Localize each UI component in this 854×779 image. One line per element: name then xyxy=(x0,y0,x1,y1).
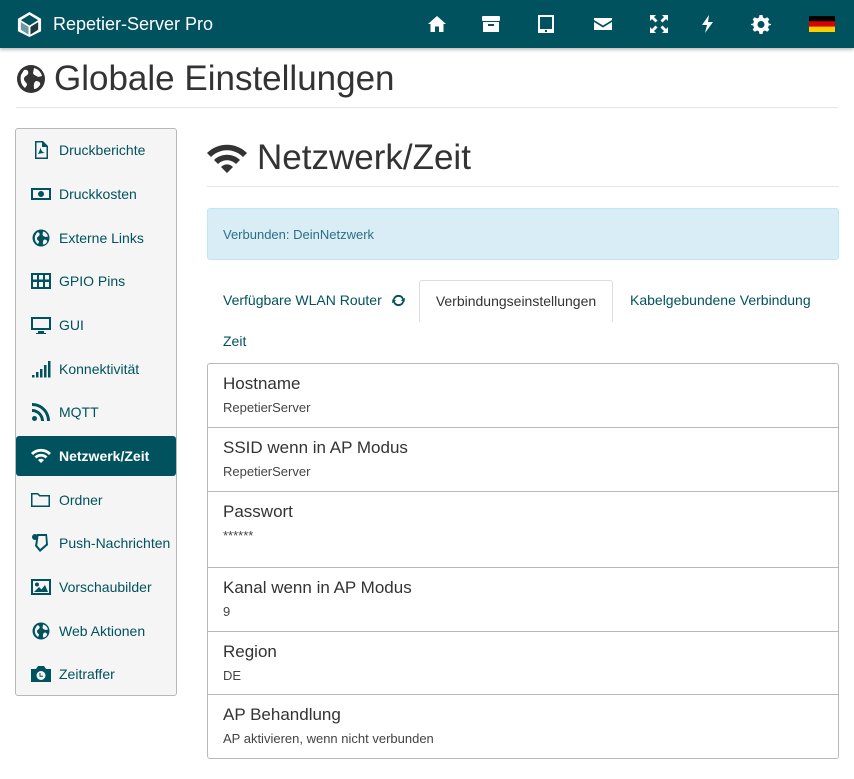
sidebar-item-label: Vorschaubilder xyxy=(59,579,152,595)
setting-value: ****** xyxy=(223,528,254,543)
camera-icon xyxy=(31,664,51,684)
sidebar-item-externe-links[interactable]: Externe Links xyxy=(16,218,176,258)
sidebar-item-mqtt[interactable]: MQTT xyxy=(16,392,176,432)
envelope-icon[interactable] xyxy=(591,12,615,36)
tab-label: Verfügbare WLAN Router xyxy=(223,292,382,308)
sidebar-item-label: Zeitraffer xyxy=(59,666,115,682)
setting-heading: AP Behandlung xyxy=(223,705,341,724)
setting-value: DE xyxy=(223,668,242,683)
globe-icon xyxy=(17,65,45,93)
sidebar-item-web-aktionen[interactable]: Web Aktionen xyxy=(16,611,176,651)
refresh-icon[interactable] xyxy=(391,294,405,307)
wifi-icon xyxy=(207,144,247,173)
sidebar-item-label: MQTT xyxy=(59,404,99,420)
setting-passwort[interactable]: Passwort ****** xyxy=(208,492,838,568)
tab-verbindungseinstellungen[interactable]: Verbindungseinstellungen xyxy=(419,280,613,322)
sidebar-item-konnektivitaet[interactable]: Konnektivität xyxy=(16,349,176,389)
setting-value: AP aktivieren, wenn nicht verbunden xyxy=(223,731,434,746)
sidebar-item-label: GUI xyxy=(59,317,84,333)
tablet-icon[interactable] xyxy=(534,12,558,36)
setting-ssid-ap[interactable]: SSID wenn in AP Modus RepetierServer xyxy=(208,428,838,492)
setting-heading: Kanal wenn in AP Modus xyxy=(223,578,412,597)
sidebar-item-label: GPIO Pins xyxy=(59,273,126,289)
signal-bars-icon xyxy=(31,359,51,379)
sidebar-item-label: Push-Nachrichten xyxy=(59,535,171,551)
setting-region[interactable]: Region DE xyxy=(208,632,838,695)
setting-value: RepetierServer xyxy=(223,464,311,479)
setting-kanal-ap[interactable]: Kanal wenn in AP Modus 9 xyxy=(208,568,838,632)
sidebar-item-druckberichte[interactable]: Druckberichte xyxy=(16,130,176,170)
sidebar-item-zeitraffer[interactable]: Zeitraffer xyxy=(16,654,176,694)
bolt-icon[interactable] xyxy=(696,12,720,36)
sidebar-item-label: Web Aktionen xyxy=(59,623,146,639)
sidebar-item-vorschaubilder[interactable]: Vorschaubilder xyxy=(16,567,176,607)
connection-status-alert: Verbunden: DeinNetzwerk xyxy=(207,208,839,260)
settings-list: Hostname RepetierServer SSID wenn in AP … xyxy=(207,363,839,759)
tab-zeit[interactable]: Zeit xyxy=(223,321,246,361)
image-icon xyxy=(31,577,51,597)
setting-heading: Hostname xyxy=(223,374,301,393)
tab-verfuegbare-wlan-router[interactable]: Verfügbare WLAN Router xyxy=(223,280,405,320)
wifi-icon xyxy=(31,446,51,466)
monitor-icon xyxy=(31,315,51,335)
sidebar-item-ordner[interactable]: Ordner xyxy=(16,480,176,520)
section-title-text: Netzwerk/Zeit xyxy=(257,138,471,177)
setting-heading: SSID wenn in AP Modus xyxy=(223,438,408,457)
section-divider xyxy=(207,186,839,187)
expand-icon[interactable] xyxy=(647,12,671,36)
home-icon[interactable] xyxy=(425,12,449,36)
sidebar-item-label: Ordner xyxy=(59,492,103,508)
money-icon xyxy=(31,184,51,204)
sidebar-item-netzwerk-zeit[interactable]: Netzwerk/Zeit xyxy=(16,436,176,476)
file-pdf-icon xyxy=(31,140,51,160)
setting-value: RepetierServer xyxy=(223,400,311,415)
sidebar-item-gpio-pins[interactable]: GPIO Pins xyxy=(16,261,176,301)
sidebar-item-druckkosten[interactable]: Druckkosten xyxy=(16,174,176,214)
setting-heading: Passwort xyxy=(223,502,293,521)
settings-sidebar: Druckberichte Druckkosten Externe Links … xyxy=(15,128,177,696)
gear-icon[interactable] xyxy=(749,12,773,36)
globe-icon xyxy=(31,621,51,641)
setting-ap-behandlung[interactable]: AP Behandlung AP aktivieren, wenn nicht … xyxy=(208,695,838,758)
globe-icon xyxy=(31,228,51,248)
sidebar-item-label: Konnektivität xyxy=(59,361,140,377)
setting-heading: Region xyxy=(223,642,277,661)
folder-icon xyxy=(31,490,51,510)
sidebar-item-gui[interactable]: GUI xyxy=(16,305,176,345)
sidebar-item-push-nachrichten[interactable]: Push-Nachrichten xyxy=(16,523,176,563)
grid-icon xyxy=(31,271,51,291)
sidebar-item-label: Druckberichte xyxy=(59,142,146,158)
page-title-text: Globale Einstellungen xyxy=(54,59,395,98)
rss-icon xyxy=(31,402,51,422)
tab-label: Zeit xyxy=(223,333,247,349)
sidebar-item-label: Netzwerk/Zeit xyxy=(59,448,150,464)
tab-label: Kabelgebundene Verbindung xyxy=(630,292,811,308)
setting-value: 9 xyxy=(223,604,231,619)
mobile-notification-icon xyxy=(31,533,51,553)
page-title: Globale Einstellungen xyxy=(16,58,395,100)
archive-icon[interactable] xyxy=(479,12,503,36)
german-flag-icon[interactable] xyxy=(808,12,836,36)
connection-status-text: Verbunden: DeinNetzwerk xyxy=(223,226,375,242)
sidebar-item-label: Externe Links xyxy=(59,230,144,246)
tab-label: Verbindungseinstellungen xyxy=(435,293,597,309)
setting-hostname[interactable]: Hostname RepetierServer xyxy=(208,364,838,428)
top-navbar: Repetier-Server Pro xyxy=(0,0,854,48)
tab-kabelgebundene-verbindung[interactable]: Kabelgebundene Verbindung xyxy=(630,280,811,320)
section-title: Netzwerk/Zeit xyxy=(207,134,471,182)
title-divider xyxy=(16,107,838,108)
sidebar-item-label: Druckkosten xyxy=(59,186,137,202)
